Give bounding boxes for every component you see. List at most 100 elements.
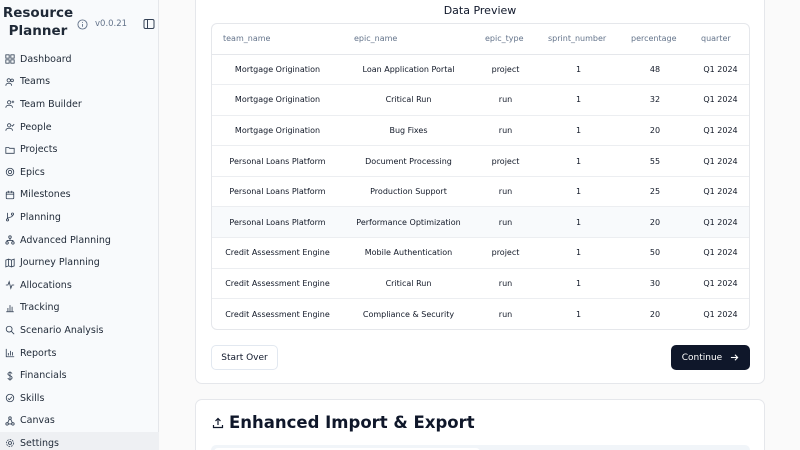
table-cell: Critical Run [343,84,474,116]
table-cell: run [474,115,537,147]
table-cell: Credit Assessment Engine [212,237,343,269]
main-content: Data Preview team_name epic_name epic_type… [159,0,800,450]
sidebar-item-label: Allocations [20,279,72,291]
table-body: Mortgage Origination Loan Application Por… [212,54,749,329]
table-cell: run [474,176,537,208]
table-row: Mortgage Origination Critical Run run 1 32 Q1… [212,84,749,116]
table-cell: Production Support [343,176,474,208]
sidebar-item-label: Planning [20,211,61,223]
sidebar-item-label: Skills [20,392,45,404]
table-cell: Credit Assessment Engine [225,309,330,319]
table-cell: 48 [620,54,690,86]
sidebar-item-journey-planning[interactable]: Journey Planning [0,251,159,274]
table-cell: Personal Loans Platform [212,206,343,239]
table-cell: run [474,268,537,300]
table-cell: 50 [620,237,690,269]
app-title: Resource Planner [2,5,74,39]
version-label: v0.0.21 [95,19,128,29]
table-row: Credit Assessment Engine Compliance & Sec… [212,299,749,329]
sidebar-item-label: Scenario Analysis [20,324,104,336]
table-row: Credit Assessment Engine Mobile Authentic… [212,237,749,269]
sidebar-item-people[interactable]: People [0,116,159,139]
activity-icon [5,280,15,290]
continue-button[interactable]: Continue [671,345,750,370]
sidebar-item-epics[interactable]: Epics [0,161,159,184]
table-cell: project [474,237,537,269]
sidebar-item-reports[interactable]: Reports [0,342,159,365]
award-icon [5,394,15,403]
sidebar-toggle-icon[interactable] [143,18,155,30]
sidebar-item-projects[interactable]: Projects [0,138,159,161]
table-cell: Q1 2024 [690,115,749,147]
table-cell: Bug Fixes [343,115,474,147]
table-cell: Performance Optimization [343,206,474,239]
sidebar-item-label: Settings [20,437,59,449]
sidebar-item-tracking[interactable]: Tracking [0,297,159,320]
sidebar-item-label: Financials [20,370,67,382]
column-header-percentage: percentage [620,24,690,55]
sidebar-item-canvas[interactable]: Canvas [0,410,159,433]
continue-label: Continue [681,352,723,363]
dollar-icon [7,371,13,381]
table-cell: 55 [620,145,690,177]
table-cell: project [474,145,537,177]
table-cell: 30 [620,268,690,300]
table-cell: 32 [620,84,690,116]
table-cell: 1 [537,176,620,208]
sidebar-item-milestones[interactable]: Milestones [0,184,159,207]
user-check-icon [5,123,15,131]
sidebar-item-teams[interactable]: Teams [0,71,159,94]
sidebar-item-label: Advanced Planning [20,234,111,246]
sidebar-item-scenario-analysis[interactable]: Scenario Analysis [0,319,159,342]
table-cell: Loan Application Portal [343,54,474,86]
sidebar-nav: Dashboard Teams Team Builder People Projects… [0,48,159,450]
table-cell: Q1 2024 [690,176,749,208]
column-header-sprint-number: sprint_number [537,24,620,55]
target-icon [5,168,15,177]
sidebar-item-label: Projects [20,144,58,156]
sidebar-item-allocations[interactable]: Allocations [0,274,159,297]
table-row: Personal Loans Platform Document Processi… [212,145,749,177]
arrow-right-icon [731,354,739,361]
chart-icon [5,348,15,358]
column-header-epic-type: epic_type [474,24,537,55]
column-header-quarter: quarter [690,24,749,55]
table-cell: 20 [649,309,661,319]
table-cell: Compliance & Security [362,309,455,319]
search-icon [5,326,15,335]
table-cell: Personal Loans Platform [212,176,343,208]
table-cell: project [474,54,537,86]
table-cell: 1 [537,54,620,86]
table-row: Mortgage Origination Bug Fixes run 1 20 Q1 20… [212,115,749,147]
sidebar-item-team-builder[interactable]: Team Builder [0,93,159,116]
table-row: Personal Loans Platform Production Suppor… [212,176,749,208]
table-cell: run [474,206,537,239]
table-header: team_name epic_name epic_type sprint_number… [212,24,749,55]
table-cell: Mobile Authentication [343,237,474,269]
sidebar-item-dashboard[interactable]: Dashboard [0,48,159,71]
sidebar-item-financials[interactable]: Financials [0,364,159,387]
table-cell: 1 [537,145,620,177]
start-over-button[interactable]: Start Over [211,345,278,370]
sidebar-item-label: Journey Planning [20,257,100,269]
sidebar-item-label: Team Builder [20,98,82,110]
bar-chart-icon [6,304,14,312]
table-cell: 1 [537,268,620,300]
import-export-title: Enhanced Import & Export [212,413,475,432]
sidebar-item-advanced-planning[interactable]: Advanced Planning [0,229,159,252]
sidebar-item-skills[interactable]: Skills [0,387,159,410]
user-plus-icon [5,100,15,109]
canvas-icon [5,416,15,426]
sidebar-item-settings[interactable]: Settings [0,432,159,450]
table-cell: Mortgage Origination [212,54,343,86]
info-icon[interactable] [77,19,88,30]
import-export-tabs [211,445,750,450]
table-cell: Credit Assessment Engine [212,268,343,300]
sidebar-item-planning[interactable]: Planning [0,206,159,229]
users-icon [5,78,14,86]
table-cell: Q1 2024 [690,145,749,177]
table-cell: Mortgage Origination [212,84,343,116]
table-cell: Q1 2024 [703,309,738,319]
table-cell: run [474,84,537,116]
table-cell: Mortgage Origination [212,115,343,147]
